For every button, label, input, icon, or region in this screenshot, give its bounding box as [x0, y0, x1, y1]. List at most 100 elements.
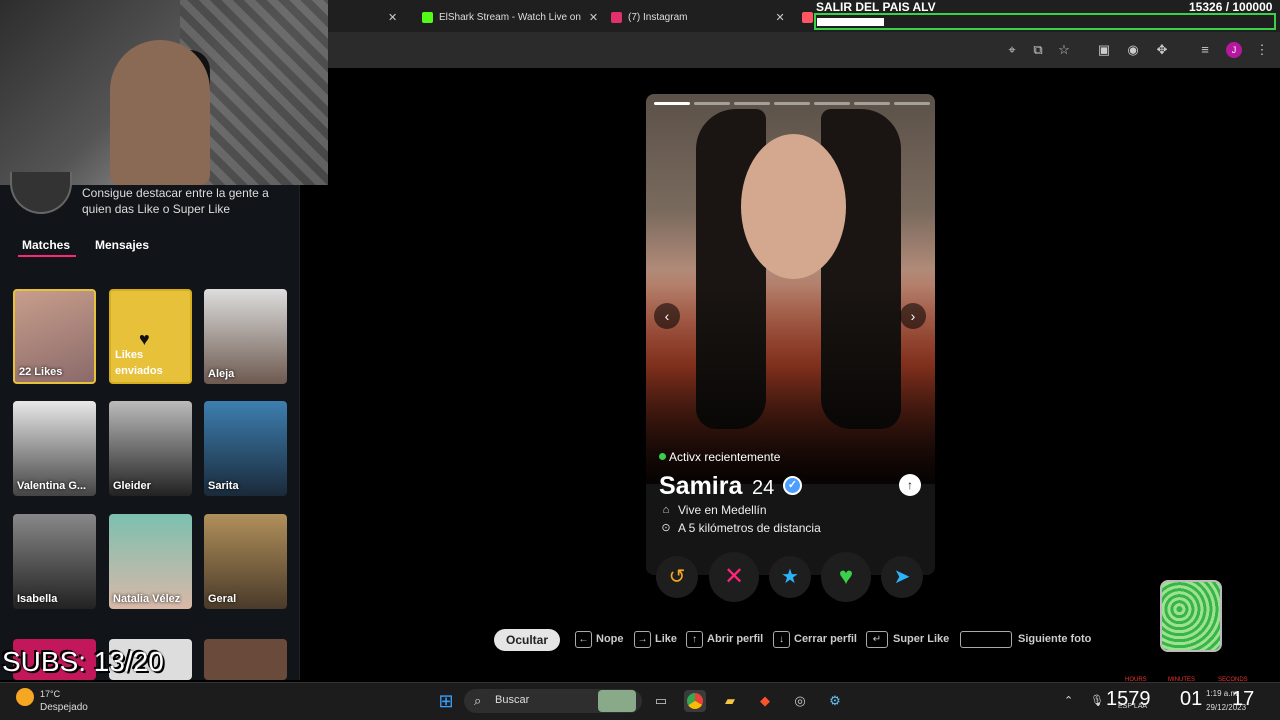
cast-icon[interactable]: ⧉: [1030, 42, 1046, 58]
enter-key-icon: ↵: [866, 631, 888, 648]
up-arrow-key-icon: ↑: [686, 631, 703, 648]
profile-age: 24: [752, 477, 775, 499]
down-arrow-key-icon: ↓: [773, 631, 790, 648]
language-indicator: ESP LAA: [1118, 703, 1148, 710]
hide-hints-button[interactable]: Ocultar: [494, 629, 560, 651]
weather-temp: 17°C: [40, 689, 61, 699]
match-name: Gleider: [113, 480, 151, 492]
likes-sent-label: Likes enviados: [115, 349, 163, 377]
photo-indicator: [654, 102, 690, 105]
left-arrow-key-icon: ←: [575, 631, 592, 648]
hint-like: Like: [655, 633, 678, 645]
match-name: Aleja: [208, 368, 235, 380]
close-icon[interactable]: ✕: [775, 11, 784, 24]
tab-title: ElShark Stream - Watch Live on: [439, 11, 581, 23]
location-pin-icon: ⊙: [661, 522, 671, 534]
bookmark-star-icon[interactable]: ☆: [1056, 42, 1072, 58]
search-placeholder: Buscar: [495, 694, 530, 706]
active-tab-indicator: [18, 255, 76, 257]
tab-title: (7) Instagram: [628, 11, 688, 23]
match-name: Isabella: [17, 593, 58, 605]
photo-indicator: [774, 102, 810, 105]
photo-indicator: [814, 102, 850, 105]
tinder-icon: [802, 11, 813, 23]
boost-button[interactable]: ➤: [881, 556, 923, 598]
tab-matches[interactable]: Matches: [22, 238, 70, 252]
goal-title: SALIR DEL PAIS ALV: [816, 0, 936, 14]
tab-elshark[interactable]: ElShark Stream - Watch Live on ✕: [422, 6, 598, 28]
hint-nope: Nope: [596, 633, 624, 645]
nope-button[interactable]: ✕: [709, 552, 759, 602]
verified-badge-icon: ✓: [783, 476, 802, 495]
tab-unknown[interactable]: ✕: [340, 6, 397, 28]
chrome-icon[interactable]: [684, 690, 706, 712]
profile-avatar[interactable]: J: [1226, 42, 1242, 58]
steam-icon[interactable]: ⚙: [824, 690, 846, 712]
match-name: Geral: [208, 593, 237, 605]
media-icon[interactable]: ≡: [1197, 42, 1213, 58]
promo-text: Consigue destacar entre la gente a quien…: [82, 186, 269, 216]
tab-instagram[interactable]: (7) Instagram ✕: [611, 6, 785, 28]
brave-icon[interactable]: ◆: [754, 690, 776, 712]
match-card[interactable]: Valentina G...: [13, 401, 96, 496]
match-name: Sarita: [208, 480, 239, 492]
webcam-feed: [0, 0, 328, 185]
space-key-icon: [960, 631, 1012, 648]
match-card[interactable]: Geral: [204, 514, 287, 609]
profile-name: Samira: [659, 472, 743, 500]
previous-photo-button[interactable]: ‹: [654, 303, 680, 329]
online-status-dot: [659, 453, 666, 460]
likes-count: 22 Likes: [19, 366, 63, 378]
like-button[interactable]: ♥: [821, 552, 871, 602]
timer-hours-label: HOURS: [1125, 677, 1147, 683]
windows-start-icon[interactable]: ⊞: [435, 690, 457, 712]
hint-close-profile: Cerrar perfil: [794, 633, 857, 645]
puzzle-icon[interactable]: ✥: [1154, 42, 1170, 58]
distance: A 5 kilómetros de distancia: [678, 521, 821, 535]
super-like-button[interactable]: ★: [769, 556, 811, 598]
match-card[interactable]: [204, 639, 287, 680]
goal-count: 15326 / 100000: [1189, 0, 1273, 14]
goal-progress-fill: [817, 18, 884, 26]
photo-indicator: [734, 102, 770, 105]
match-card[interactable]: Isabella: [13, 514, 96, 609]
right-arrow-key-icon: →: [634, 631, 651, 648]
search-icon: ⌕: [474, 693, 482, 708]
match-card[interactable]: Sarita: [204, 401, 287, 496]
weather-icon[interactable]: [16, 688, 34, 706]
file-explorer-icon[interactable]: ▰: [719, 690, 741, 712]
next-photo-button[interactable]: ›: [900, 303, 926, 329]
close-icon[interactable]: ✕: [388, 11, 397, 24]
donation-jar-icon: [1160, 580, 1222, 652]
chevron-up-icon[interactable]: ⌃: [1064, 694, 1073, 707]
instagram-icon: [611, 11, 622, 23]
search-highlight-icon: [598, 690, 636, 712]
timer-minutes: 01: [1180, 688, 1203, 710]
location-icon[interactable]: ⌖: [1004, 42, 1020, 58]
photo-indicator: [694, 102, 730, 105]
hint-open-profile: Abrir perfil: [707, 633, 764, 645]
extension-icon[interactable]: ◉: [1125, 42, 1141, 58]
match-card[interactable]: Natalia Vélez: [109, 514, 192, 609]
home-icon: ⌂: [662, 504, 670, 516]
hint-next-photo: Siguiente foto: [1018, 633, 1092, 645]
likes-sent-card[interactable]: ♥ Likes enviados: [109, 289, 192, 384]
microphone-icon[interactable]: 🎙: [1090, 694, 1104, 707]
kick-icon: [422, 11, 433, 23]
match-card[interactable]: Gleider: [109, 401, 192, 496]
extension-icon[interactable]: ▣: [1096, 42, 1112, 58]
timer-seconds: 17: [1232, 688, 1255, 710]
match-card[interactable]: Aleja: [204, 289, 287, 384]
menu-icon[interactable]: ⋮: [1254, 42, 1270, 58]
close-icon[interactable]: ✕: [589, 11, 598, 24]
task-view-icon[interactable]: ▭: [650, 690, 672, 712]
likes-card[interactable]: 22 Likes: [13, 289, 96, 384]
app-icon[interactable]: ◎: [789, 690, 811, 712]
profile-photo[interactable]: [646, 94, 935, 484]
tab-messages[interactable]: Mensajes: [95, 238, 149, 252]
activity-status: Activx recientemente: [669, 450, 781, 464]
open-profile-button[interactable]: ↑: [899, 474, 921, 496]
timer-seconds-label: SECONDS: [1218, 677, 1248, 683]
rewind-button[interactable]: ↺: [656, 556, 698, 598]
photo-indicator: [894, 102, 930, 105]
